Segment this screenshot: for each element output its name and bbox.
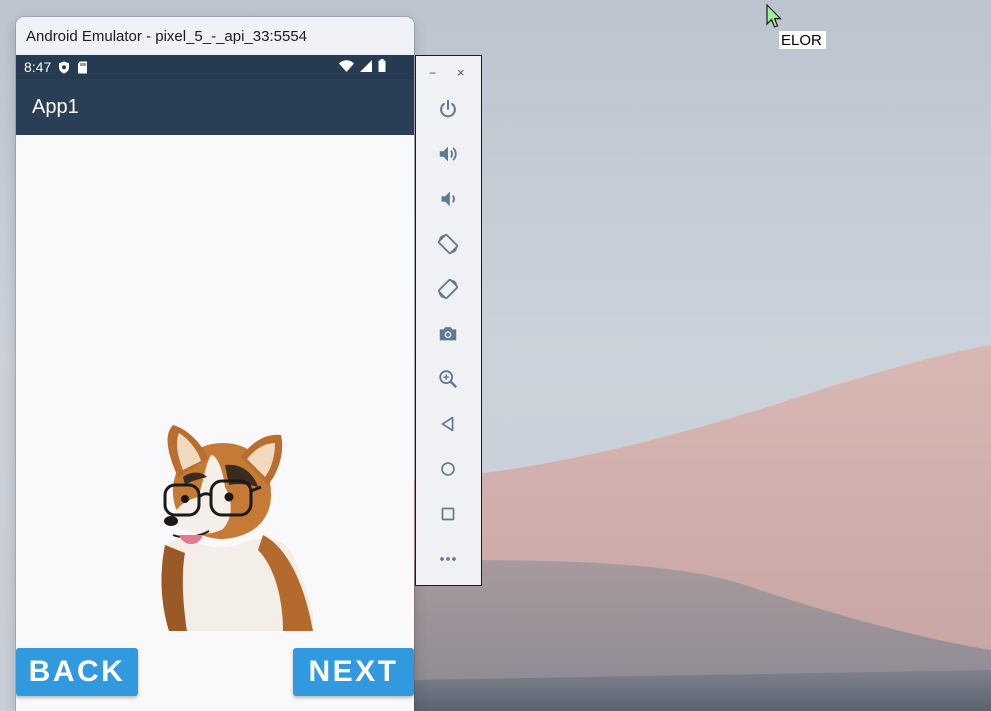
app-title: App1: [32, 95, 79, 118]
app-content: BACK NEXT: [16, 135, 414, 711]
home-circle-icon[interactable]: [436, 457, 460, 481]
wifi-icon: [339, 59, 354, 72]
more-icon[interactable]: [436, 547, 460, 571]
dog-with-glasses-image: [161, 425, 313, 631]
volume-down-icon[interactable]: [436, 187, 460, 211]
power-icon[interactable]: [436, 97, 460, 121]
window-title: Android Emulator - pixel_5_-_api_33:5554: [26, 27, 308, 45]
mouse-cursor-icon: [766, 4, 782, 28]
emulator-window[interactable]: Android Emulator - pixel_5_-_api_33:5554…: [16, 17, 414, 711]
back-button[interactable]: BACK: [16, 648, 138, 696]
status-time: 8:47: [24, 59, 52, 75]
close-button[interactable]: ×: [457, 65, 465, 80]
overview-square-icon[interactable]: [436, 502, 460, 526]
battery-icon: [378, 59, 386, 72]
desktop-background: ELOR Android Emulator - pixel_5_-_api_33…: [0, 0, 991, 711]
emulator-side-toolbar: − ×: [415, 55, 482, 586]
zoom-icon[interactable]: [436, 367, 460, 391]
volume-up-icon[interactable]: [436, 142, 460, 166]
android-status-bar: 8:47: [16, 55, 414, 79]
signal-icon: [360, 59, 372, 72]
window-titlebar[interactable]: Android Emulator - pixel_5_-_api_33:5554: [16, 17, 414, 55]
app-bar: App1: [16, 79, 414, 135]
camera-icon[interactable]: [436, 322, 460, 346]
rotate-right-icon[interactable]: [436, 277, 460, 301]
rotate-left-icon[interactable]: [436, 232, 460, 256]
sd-card-icon: [77, 61, 88, 74]
next-button[interactable]: NEXT: [293, 648, 414, 696]
shield-icon: [58, 61, 70, 74]
back-triangle-icon[interactable]: [436, 412, 460, 436]
tooltip: ELOR: [779, 31, 826, 49]
minimize-button[interactable]: −: [429, 66, 436, 80]
